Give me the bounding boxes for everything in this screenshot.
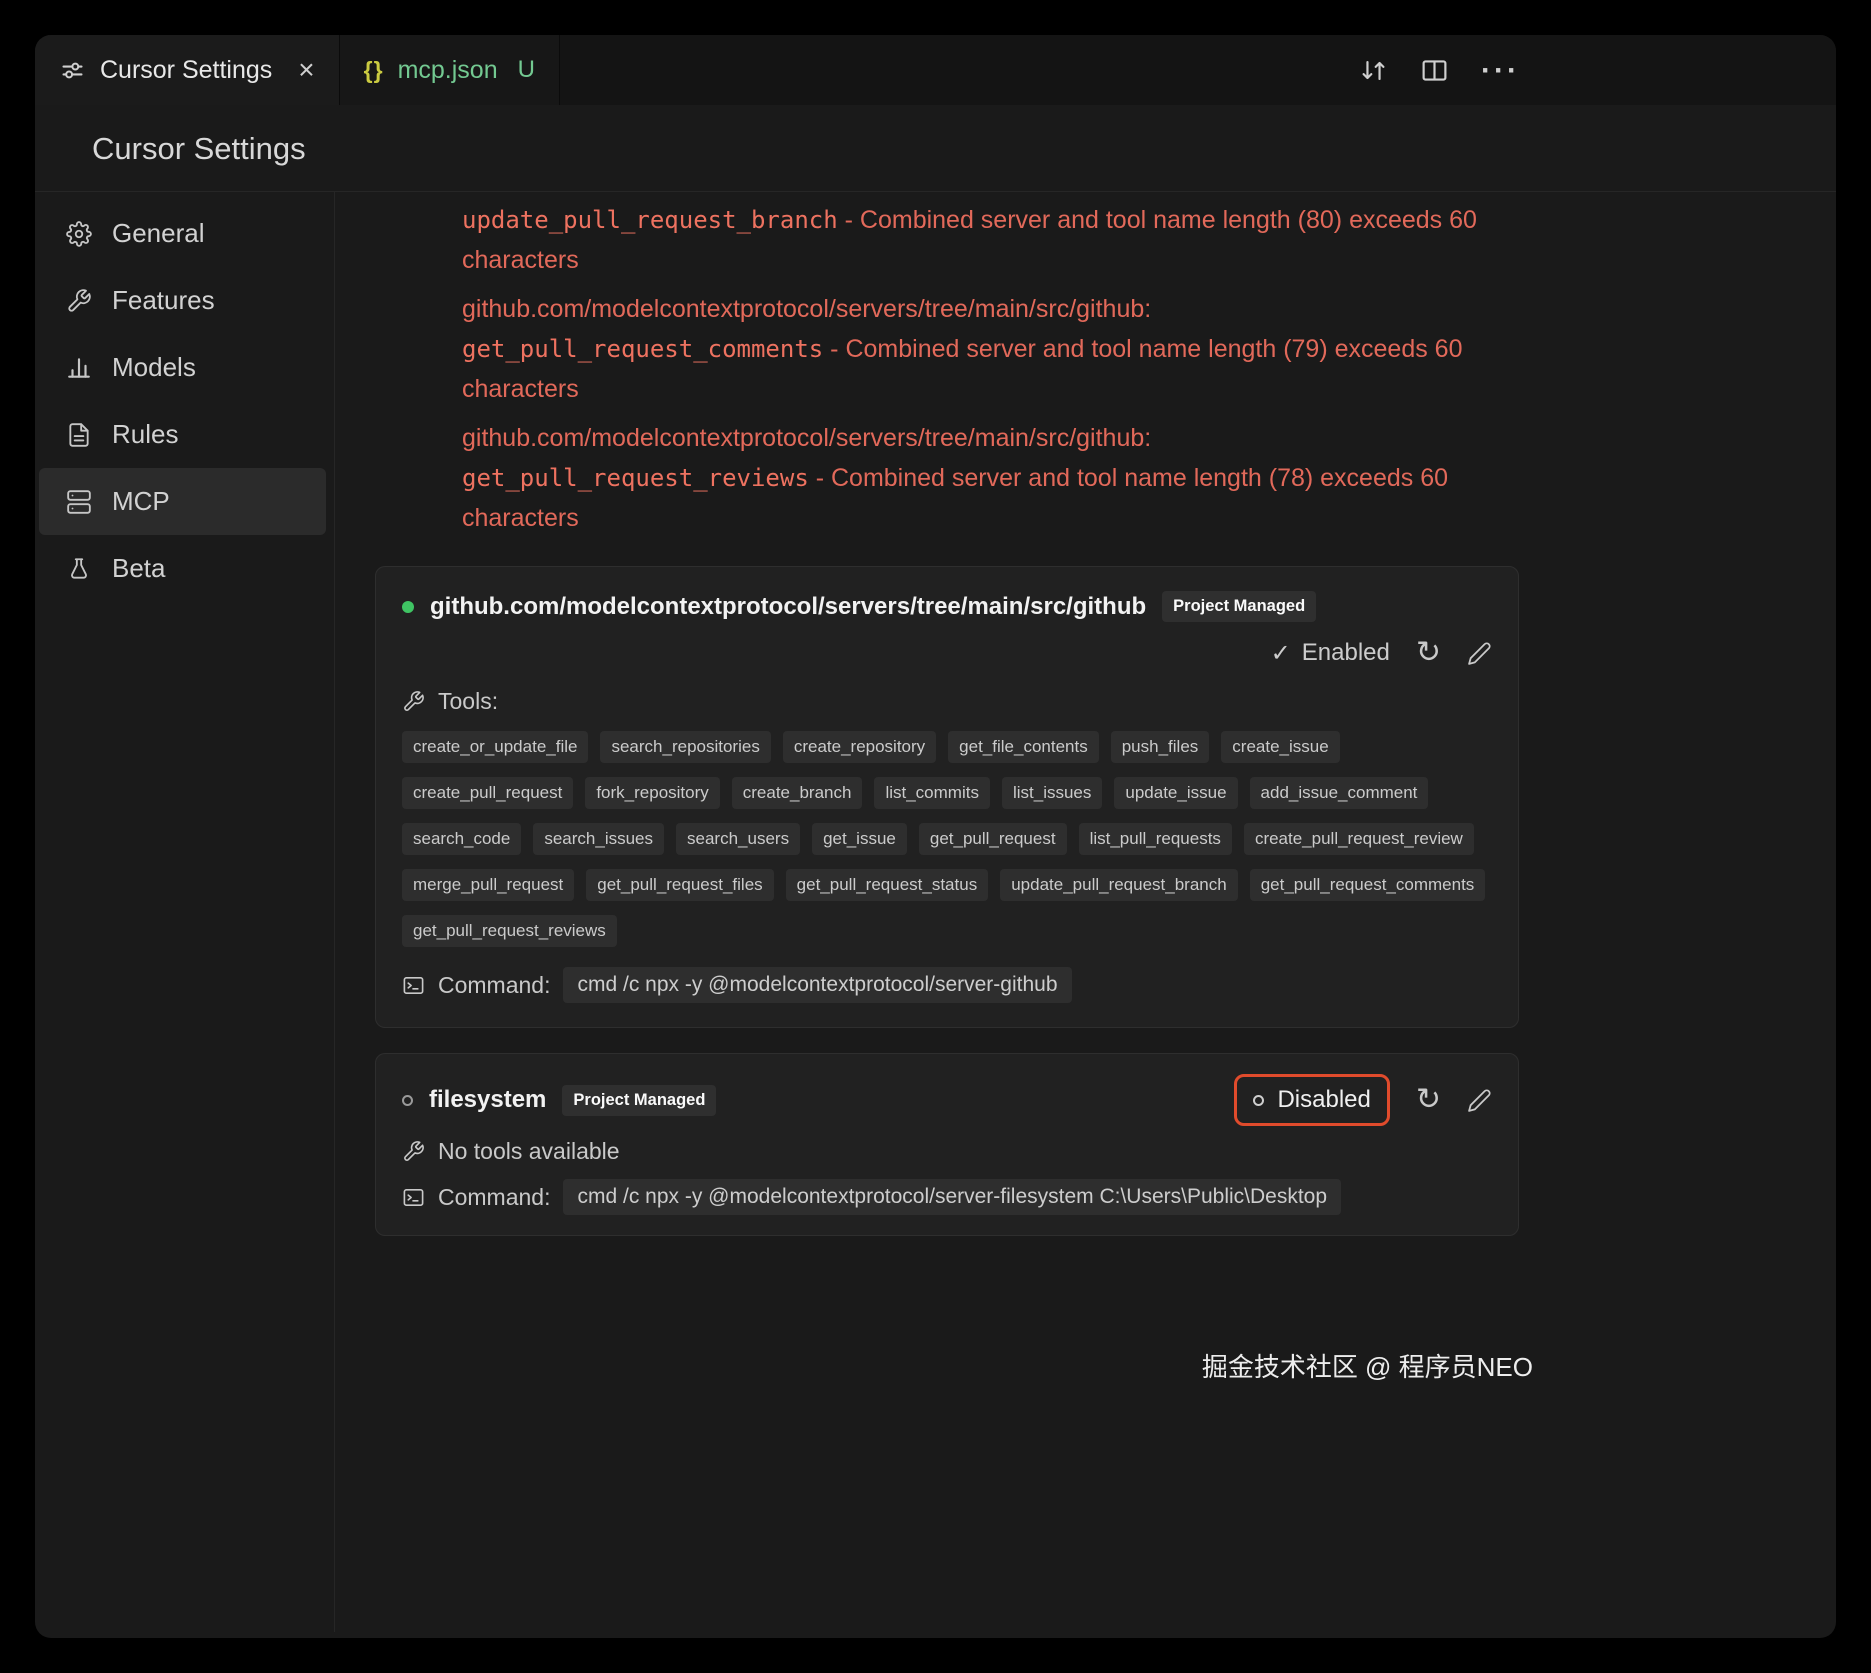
hollow-circle-icon [1253, 1095, 1264, 1106]
tool-chip: create_or_update_file [402, 731, 588, 763]
tool-chip: update_issue [1114, 777, 1237, 809]
sidebar-item-beta[interactable]: Beta [39, 535, 326, 602]
command-label: Command: [438, 972, 550, 999]
sidebar-item-label: General [112, 218, 205, 249]
tool-chip: get_issue [812, 823, 907, 855]
tool-chip: get_pull_request_files [586, 869, 773, 901]
error-message: update_pull_request_branch - Combined se… [462, 200, 1492, 280]
tool-chip: search_code [402, 823, 521, 855]
tab-cursor-settings[interactable]: Cursor Settings × [35, 35, 339, 105]
tool-chip: create_pull_request_review [1244, 823, 1474, 855]
tool-chip: create_branch [732, 777, 863, 809]
error-message: github.com/modelcontextprotocol/servers/… [462, 289, 1492, 409]
tool-chip: get_pull_request [919, 823, 1067, 855]
edit-pencil-icon[interactable] [1467, 641, 1492, 666]
document-icon [63, 422, 95, 448]
server-status-label: Disabled [1277, 1086, 1370, 1114]
tool-chip: get_pull_request_reviews [402, 915, 617, 947]
git-compare-icon[interactable] [1359, 56, 1388, 85]
tool-chip: search_repositories [600, 731, 770, 763]
sidebar-item-general[interactable]: General [39, 200, 326, 267]
server-status-dot [402, 1095, 413, 1106]
mcp-server-card-filesystem: filesystem Project Managed Disabled ↻ [375, 1053, 1519, 1236]
server-name: github.com/modelcontextprotocol/servers/… [430, 593, 1146, 621]
wrench-icon [63, 288, 95, 314]
sidebar-item-models[interactable]: Models [39, 334, 326, 401]
mcp-settings-panel: update_pull_request_branch - Combined se… [335, 192, 1836, 1632]
project-managed-badge: Project Managed [1162, 591, 1316, 622]
server-status-label: Enabled [1302, 639, 1390, 667]
tool-chip: list_pull_requests [1079, 823, 1232, 855]
flask-icon [63, 556, 95, 582]
sidebar-item-label: Features [112, 285, 215, 316]
tab-label: mcp.json [398, 56, 498, 85]
server-icon [63, 489, 95, 515]
tool-chip: create_pull_request [402, 777, 573, 809]
tool-chip: push_files [1111, 731, 1210, 763]
tool-chip: list_issues [1002, 777, 1102, 809]
bar-chart-icon [63, 355, 95, 381]
sidebar-item-label: Beta [112, 553, 166, 584]
tab-mcp-json[interactable]: {} mcp.json U [339, 35, 560, 105]
tools-label: Tools: [438, 688, 498, 715]
server-name: filesystem [429, 1086, 546, 1114]
tool-chip: create_issue [1221, 731, 1339, 763]
tools-icon [402, 1140, 425, 1163]
sidebar-item-features[interactable]: Features [39, 267, 326, 334]
tool-chip: list_commits [874, 777, 990, 809]
terminal-icon [402, 974, 425, 997]
tool-chip: get_pull_request_status [786, 869, 989, 901]
tool-chip: get_pull_request_comments [1250, 869, 1486, 901]
editor-actions: ··· [1359, 35, 1520, 105]
refresh-icon[interactable]: ↻ [1416, 638, 1441, 668]
git-status-badge: U [518, 56, 535, 84]
tool-chip-list: create_or_update_file search_repositories… [402, 731, 1492, 947]
edit-pencil-icon[interactable] [1467, 1088, 1492, 1113]
server-status-dot [402, 601, 414, 613]
sidebar-item-label: MCP [112, 486, 170, 517]
gear-icon [63, 221, 95, 247]
command-value: cmd /c npx -y @modelcontextprotocol/serv… [563, 967, 1071, 1003]
more-actions-icon[interactable]: ··· [1481, 63, 1520, 78]
sidebar-item-label: Models [112, 352, 196, 383]
mcp-error-list: update_pull_request_branch - Combined se… [462, 200, 1492, 538]
server-enabled-toggle[interactable]: ✓ Enabled [1271, 639, 1390, 668]
json-braces-icon: {} [364, 57, 384, 84]
tool-chip: merge_pull_request [402, 869, 574, 901]
tools-label: No tools available [438, 1138, 620, 1165]
page-header: Cursor Settings [35, 105, 1836, 192]
tool-chip: get_file_contents [948, 731, 1099, 763]
page-title: Cursor Settings [92, 131, 1836, 167]
app-window: Cursor Settings × {} mcp.json U ··· [35, 35, 1836, 1638]
mcp-server-card-github: github.com/modelcontextprotocol/servers/… [375, 566, 1519, 1028]
close-icon[interactable]: × [298, 56, 314, 84]
project-managed-badge: Project Managed [562, 1085, 716, 1116]
tool-chip: add_issue_comment [1250, 777, 1429, 809]
split-editor-icon[interactable] [1420, 56, 1449, 85]
terminal-icon [402, 1186, 425, 1209]
check-icon: ✓ [1271, 639, 1291, 668]
tools-icon [402, 690, 425, 713]
error-message: github.com/modelcontextprotocol/servers/… [462, 418, 1492, 538]
settings-sidebar: General Features Models Rules [35, 192, 335, 1632]
command-label: Command: [438, 1184, 550, 1211]
command-value: cmd /c npx -y @modelcontextprotocol/serv… [563, 1179, 1341, 1215]
sidebar-item-label: Rules [112, 419, 178, 450]
sidebar-item-rules[interactable]: Rules [39, 401, 326, 468]
sidebar-item-mcp[interactable]: MCP [39, 468, 326, 535]
editor-tab-bar: Cursor Settings × {} mcp.json U ··· [35, 35, 1836, 105]
tool-chip: fork_repository [585, 777, 719, 809]
tool-chip: update_pull_request_branch [1000, 869, 1238, 901]
tab-label: Cursor Settings [100, 56, 272, 85]
server-disabled-toggle[interactable]: Disabled [1234, 1074, 1389, 1126]
tool-chip: search_issues [533, 823, 664, 855]
watermark: 掘金技术社区 @ 程序员NEO [1202, 1347, 1533, 1384]
sliders-icon [59, 57, 86, 84]
tool-chip: create_repository [783, 731, 936, 763]
tool-chip: search_users [676, 823, 800, 855]
refresh-icon[interactable]: ↻ [1416, 1085, 1441, 1115]
